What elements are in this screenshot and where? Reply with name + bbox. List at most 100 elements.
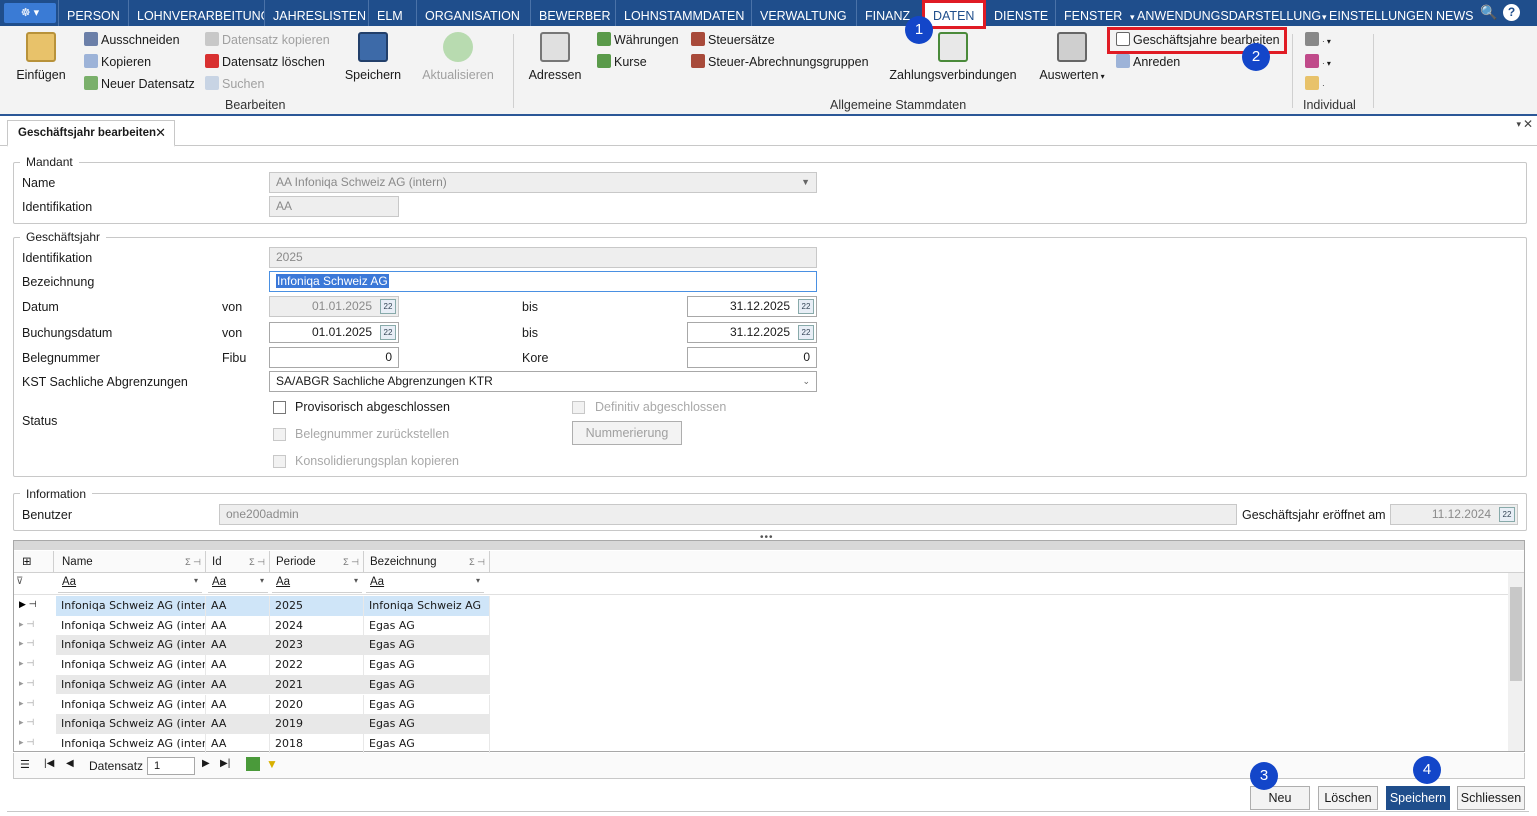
row-indicator-icon[interactable]: ▸ ⊣ (14, 714, 54, 734)
table-row[interactable]: ▸ ⊣ Infoniqa Schweiz AG (intern) AA 2018 Ega… (14, 733, 1508, 754)
table-cell[interactable]: AA (206, 635, 270, 656)
table-cell[interactable]: Infoniqa Schweiz AG (intern) (56, 714, 206, 734)
table-cell[interactable]: Infoniqa Schweiz AG (intern) (56, 596, 206, 616)
chevron-down-icon[interactable]: ▾ (1516, 119, 1521, 130)
table-cell[interactable]: Egas AG (364, 655, 490, 675)
table-row[interactable]: ▶ ⊣ Infoniqa Schweiz AG (intern) AA 2025 Inf… (14, 596, 1508, 616)
datum-bis-field[interactable]: 31.12.2025 22 (687, 296, 817, 317)
table-cell[interactable]: Infoniqa Schweiz AG (intern) (56, 694, 206, 715)
datensatz-input[interactable]: 1 (147, 757, 195, 775)
first-record-icon[interactable]: |◀ (44, 758, 54, 769)
table-cell[interactable]: AA (206, 714, 270, 734)
anreden-button[interactable]: Anreden (1116, 54, 1180, 69)
table-row[interactable]: ▸ ⊣ Infoniqa Schweiz AG (intern) AA 2021 Ega… (14, 674, 1508, 695)
app-menu-button[interactable]: ☸ ▾ (4, 3, 56, 23)
table-row[interactable]: ▸ ⊣ Infoniqa Schweiz AG (intern) AA 2019 Ega… (14, 714, 1508, 734)
search-icon[interactable]: 🔍 (1480, 4, 1497, 21)
table-cell[interactable]: AA (206, 733, 270, 754)
table-cell[interactable]: AA (206, 615, 270, 636)
table-cell[interactable]: 2023 (270, 635, 364, 656)
close-icon[interactable]: ✕ (1523, 117, 1533, 131)
column-header-id[interactable]: Id Σ ⊣ (206, 551, 270, 573)
table-cell[interactable]: Infoniqa Schweiz AG (intern) (56, 733, 206, 754)
buchung-von-field[interactable]: 01.01.2025 22 (269, 322, 399, 343)
next-record-icon[interactable]: ▶ (202, 758, 210, 769)
menu-lohnverarbeitung[interactable]: LOHNVERARBEITUNG (128, 0, 264, 26)
datensatz-kopieren-button[interactable]: Datensatz kopieren (205, 32, 330, 47)
kore-input[interactable]: 0 (687, 347, 817, 368)
steuer-abrechnungsgruppen-button[interactable]: Steuer-Abrechnungsgruppen (691, 54, 869, 69)
individual-edit-button[interactable]: · (1305, 76, 1325, 91)
vertical-scrollbar[interactable] (1508, 573, 1524, 751)
neu-button[interactable]: Neu (1250, 786, 1310, 810)
kurse-button[interactable]: Kurse (597, 54, 647, 69)
mandant-name-select[interactable]: AA Infoniqa Schweiz AG (intern) ▼ (269, 172, 817, 193)
row-indicator-icon[interactable]: ▸ ⊣ (14, 635, 54, 655)
table-cell[interactable]: AA (206, 596, 270, 616)
table-cell[interactable]: Egas AG (364, 733, 490, 754)
column-header-bezeichnung[interactable]: Bezeichnung Σ ⊣ (364, 551, 490, 573)
table-cell[interactable]: Egas AG (364, 674, 490, 695)
table-cell[interactable]: AA (206, 655, 270, 675)
individual-tools-button[interactable]: · ▾ (1305, 54, 1331, 69)
funnel-icon[interactable]: ▼ (266, 757, 278, 771)
table-row[interactable]: ▸ ⊣ Infoniqa Schweiz AG (intern) AA 2024 Ega… (14, 615, 1508, 636)
nummerierung-button[interactable]: Nummerierung (572, 421, 682, 445)
filter-periode[interactable]: Aa ▾ (272, 576, 362, 593)
menu-lohnstammdaten[interactable]: LOHNSTAMMDATEN (615, 0, 751, 26)
adressen-button[interactable]: Adressen (526, 32, 584, 82)
calendar-icon[interactable]: 22 (798, 325, 814, 340)
table-cell[interactable]: Infoniqa Schweiz AG (intern) (56, 674, 206, 695)
menu-person[interactable]: PERSON (58, 0, 128, 26)
table-cell[interactable]: 2018 (270, 733, 364, 754)
menu-organisation[interactable]: ORGANISATION (416, 0, 530, 26)
menu-elm[interactable]: ELM (368, 0, 416, 26)
menu-jahreslisten[interactable]: JAHRESLISTEN (264, 0, 368, 26)
definitiv-checkbox[interactable] (572, 401, 585, 414)
row-indicator-icon[interactable]: ▸ ⊣ (14, 655, 54, 675)
table-row[interactable]: ▸ ⊣ Infoniqa Schweiz AG (intern) AA 2023 Ega… (14, 635, 1508, 656)
calendar-icon[interactable]: 22 (798, 299, 814, 314)
last-record-icon[interactable]: ▶| (220, 758, 230, 769)
table-cell[interactable]: Infoniqa Schweiz AG (intern) (56, 615, 206, 636)
row-indicator-icon[interactable]: ▶ ⊣ (14, 596, 54, 616)
menu-einstellungen[interactable]: EINSTELLUNGEN (1314, 0, 1432, 26)
menu-verwaltung[interactable]: VERWALTUNG (751, 0, 856, 26)
suchen-button[interactable]: Suchen (205, 76, 264, 91)
provisorisch-checkbox[interactable] (273, 401, 286, 414)
table-row[interactable]: ▸ ⊣ Infoniqa Schweiz AG (intern) AA 2022 Ega… (14, 655, 1508, 675)
menu-dienste[interactable]: DIENSTE (985, 0, 1055, 26)
table-cell[interactable]: Egas AG (364, 635, 490, 656)
table-cell[interactable]: Infoniqa Schweiz AG (intern) (56, 635, 206, 656)
table-row[interactable]: ▸ ⊣ Infoniqa Schweiz AG (intern) AA 2020 Ega… (14, 694, 1508, 715)
previous-record-icon[interactable]: ◀ (66, 758, 74, 769)
table-cell[interactable]: Egas AG (364, 714, 490, 734)
table-cell[interactable]: 2019 (270, 714, 364, 734)
sum-pin-icon[interactable]: Σ ⊣ (185, 551, 201, 573)
datensatz-loeschen-button[interactable]: Datensatz löschen (205, 54, 325, 69)
help-icon[interactable]: ? (1503, 4, 1520, 21)
auswerten-button[interactable]: Auswerten ▾ (1034, 32, 1110, 82)
table-cell[interactable]: 2024 (270, 615, 364, 636)
aktualisieren-button[interactable]: Aktualisieren (418, 32, 498, 82)
menu-news[interactable]: NEWS (1428, 0, 1478, 26)
row-indicator-icon[interactable]: ▸ ⊣ (14, 734, 54, 754)
table-cell[interactable]: 2020 (270, 694, 364, 715)
table-cell[interactable]: Egas AG (364, 694, 490, 715)
steuersaetze-button[interactable]: Steuersätze (691, 32, 775, 47)
konsol-checkbox[interactable] (273, 455, 286, 468)
sum-pin-icon[interactable]: Σ ⊣ (469, 551, 485, 573)
beleg-zurueck-checkbox[interactable] (273, 428, 286, 441)
close-icon[interactable]: ✕ (155, 121, 166, 145)
sum-pin-icon[interactable]: Σ ⊣ (249, 551, 265, 573)
loeschen-button[interactable]: Löschen (1318, 786, 1378, 810)
table-cell[interactable]: 2021 (270, 674, 364, 695)
table-cell[interactable]: 2022 (270, 655, 364, 675)
filter-icon[interactable]: ⊽ (16, 576, 23, 587)
filter-id[interactable]: Aa ▾ (208, 576, 268, 593)
menu-bewerber[interactable]: BEWERBER (530, 0, 615, 26)
neuer-datensatz-button[interactable]: Neuer Datensatz (84, 76, 195, 91)
kopieren-button[interactable]: Kopieren (84, 54, 151, 69)
bezeichnung-input[interactable]: Infoniqa Schweiz AG (269, 271, 817, 292)
individual-print-button[interactable]: · ▾ (1305, 32, 1331, 47)
